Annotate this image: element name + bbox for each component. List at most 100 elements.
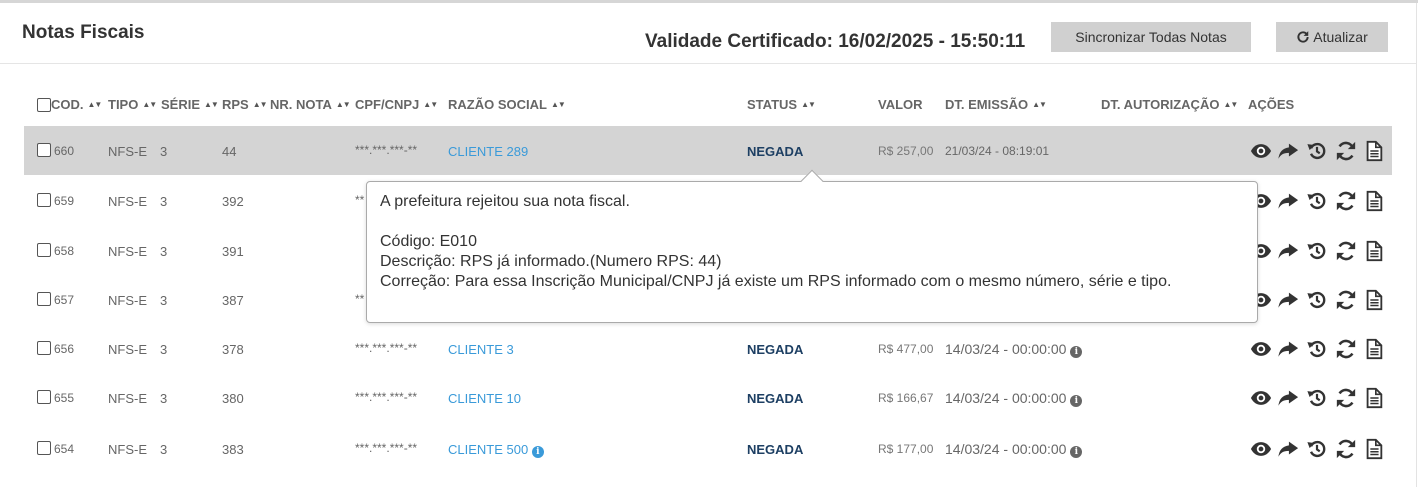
- document-icon[interactable]: [1363, 190, 1385, 212]
- table-row[interactable]: 655 NFS-E 3 380 ***.***.***-** CLIENTE 1…: [24, 373, 1392, 422]
- history-icon[interactable]: [1306, 289, 1328, 311]
- share-icon[interactable]: [1277, 289, 1299, 311]
- info-icon[interactable]: i: [1070, 446, 1083, 458]
- row-status[interactable]: NEGADA: [747, 391, 803, 406]
- sort-icon: ▲▼: [252, 99, 268, 109]
- row-checkbox[interactable]: [37, 243, 51, 257]
- row-tipo: NFS-E: [108, 342, 147, 357]
- history-icon[interactable]: [1306, 438, 1328, 460]
- sort-icon: ▲▼: [87, 99, 103, 109]
- row-razao-social-link[interactable]: CLIENTE 3: [448, 342, 514, 357]
- sort-icon: ▲▼: [204, 99, 219, 109]
- row-actions: [1246, 240, 1392, 262]
- row-checkbox[interactable]: [37, 441, 51, 455]
- refresh-icon[interactable]: [1335, 240, 1357, 262]
- document-icon[interactable]: [1363, 387, 1385, 409]
- share-icon[interactable]: [1277, 438, 1299, 460]
- refresh-icon[interactable]: [1335, 438, 1357, 460]
- row-cpf: ***.***.***-**: [355, 441, 418, 455]
- row-rps: 378: [222, 342, 244, 357]
- refresh-icon[interactable]: [1335, 387, 1357, 409]
- share-icon[interactable]: [1277, 387, 1299, 409]
- history-icon[interactable]: [1306, 338, 1328, 360]
- row-checkbox[interactable]: [37, 193, 51, 207]
- col-tipo[interactable]: TIPO ▲▼: [108, 97, 157, 112]
- row-tipo: NFS-E: [108, 244, 147, 259]
- share-icon[interactable]: [1277, 240, 1299, 262]
- sort-icon: ▲▼: [801, 99, 816, 109]
- row-razao-social-link[interactable]: CLIENTE 500 i: [448, 442, 544, 458]
- row-razao-social-link[interactable]: CLIENTE 289: [448, 144, 528, 159]
- document-icon[interactable]: [1363, 140, 1385, 162]
- row-status[interactable]: NEGADA: [747, 342, 803, 357]
- row-rps: 44: [222, 144, 237, 159]
- refresh-icon: [1297, 31, 1309, 43]
- refresh-icon[interactable]: [1335, 289, 1357, 311]
- info-icon[interactable]: i: [1070, 346, 1083, 358]
- history-icon[interactable]: [1306, 240, 1328, 262]
- update-button[interactable]: Atualizar: [1276, 22, 1388, 52]
- refresh-icon[interactable]: [1335, 190, 1357, 212]
- row-rps: 392: [222, 194, 244, 209]
- certificate-validity: Validade Certificado: 16/02/2025 - 15:50…: [645, 31, 1026, 52]
- eye-icon[interactable]: [1250, 338, 1272, 360]
- info-icon[interactable]: i: [531, 446, 544, 458]
- row-checkbox[interactable]: [37, 292, 51, 306]
- col-razao-social[interactable]: RAZÃO SOCIAL ▲▼: [448, 97, 566, 112]
- col-serie[interactable]: SÉRIE ▲▼: [161, 97, 219, 112]
- row-checkbox[interactable]: [37, 143, 51, 157]
- document-icon[interactable]: [1363, 240, 1385, 262]
- col-dt-emissao[interactable]: DT. EMISSÃO ▲▼: [945, 97, 1047, 112]
- sort-icon: ▲▼: [423, 99, 438, 109]
- col-acoes-label: AÇÕES: [1248, 97, 1295, 112]
- col-nr-nota[interactable]: NR. NOTA ▲▼: [270, 97, 351, 112]
- row-tipo: NFS-E: [108, 442, 147, 457]
- sync-all-button[interactable]: Sincronizar Todas Notas: [1051, 22, 1251, 52]
- history-icon[interactable]: [1306, 190, 1328, 212]
- share-icon[interactable]: [1277, 190, 1299, 212]
- col-valor[interactable]: VALOR: [878, 97, 923, 112]
- eye-icon[interactable]: [1250, 387, 1272, 409]
- col-status[interactable]: STATUS ▲▼: [747, 97, 816, 112]
- table-row[interactable]: 654 NFS-E 3 383 ***.***.***-** CLIENTE 5…: [24, 424, 1392, 473]
- share-icon[interactable]: [1277, 140, 1299, 162]
- row-valor: R$ 177,00: [878, 442, 934, 456]
- col-rps-label: RPS: [222, 97, 249, 112]
- row-status[interactable]: NEGADA: [747, 144, 803, 159]
- row-tipo: NFS-E: [108, 194, 147, 209]
- history-icon[interactable]: [1306, 387, 1328, 409]
- share-icon[interactable]: [1277, 338, 1299, 360]
- col-dt-autorizacao[interactable]: DT. AUTORIZAÇÃO ▲▼: [1101, 97, 1238, 112]
- refresh-icon[interactable]: [1335, 140, 1357, 162]
- row-rps: 383: [222, 442, 244, 457]
- history-icon[interactable]: [1306, 140, 1328, 162]
- table-row[interactable]: 660 NFS-E 3 44 ***.***.***-** CLIENTE 28…: [24, 126, 1392, 175]
- col-cpf-cnpj[interactable]: CPF/CNPJ ▲▼: [355, 97, 438, 112]
- col-acoes: AÇÕES: [1248, 97, 1294, 112]
- refresh-icon[interactable]: [1335, 338, 1357, 360]
- eye-icon[interactable]: [1250, 140, 1272, 162]
- col-valor-label: VALOR: [878, 97, 923, 112]
- row-code: 657: [54, 293, 75, 307]
- select-all-checkbox[interactable]: [37, 97, 51, 112]
- info-icon[interactable]: i: [1070, 395, 1083, 407]
- col-dt-emissao-label: DT. EMISSÃO: [945, 97, 1029, 112]
- row-valor: R$ 257,00: [878, 144, 934, 158]
- row-checkbox[interactable]: [37, 341, 51, 355]
- eye-icon[interactable]: [1250, 438, 1272, 460]
- row-status[interactable]: NEGADA: [747, 442, 803, 457]
- table-row[interactable]: 656 NFS-E 3 378 ***.***.***-** CLIENTE 3…: [24, 324, 1392, 373]
- row-dt-emissao-text: 14/03/24 - 00:00:00: [945, 390, 1067, 406]
- row-serie: 3: [160, 293, 168, 308]
- col-rps[interactable]: RPS ▲▼: [222, 97, 268, 112]
- row-serie: 3: [160, 194, 168, 209]
- col-codigo[interactable]: COD. ▲▼: [37, 97, 103, 112]
- row-cpf: ***.***.***-**: [355, 341, 418, 355]
- document-icon[interactable]: [1363, 289, 1385, 311]
- col-tipo-label: TIPO: [108, 97, 139, 112]
- row-checkbox[interactable]: [37, 390, 51, 404]
- row-razao-social-link[interactable]: CLIENTE 10: [448, 391, 521, 406]
- document-icon[interactable]: [1363, 338, 1385, 360]
- row-code: 660: [54, 144, 75, 158]
- document-icon[interactable]: [1363, 438, 1385, 460]
